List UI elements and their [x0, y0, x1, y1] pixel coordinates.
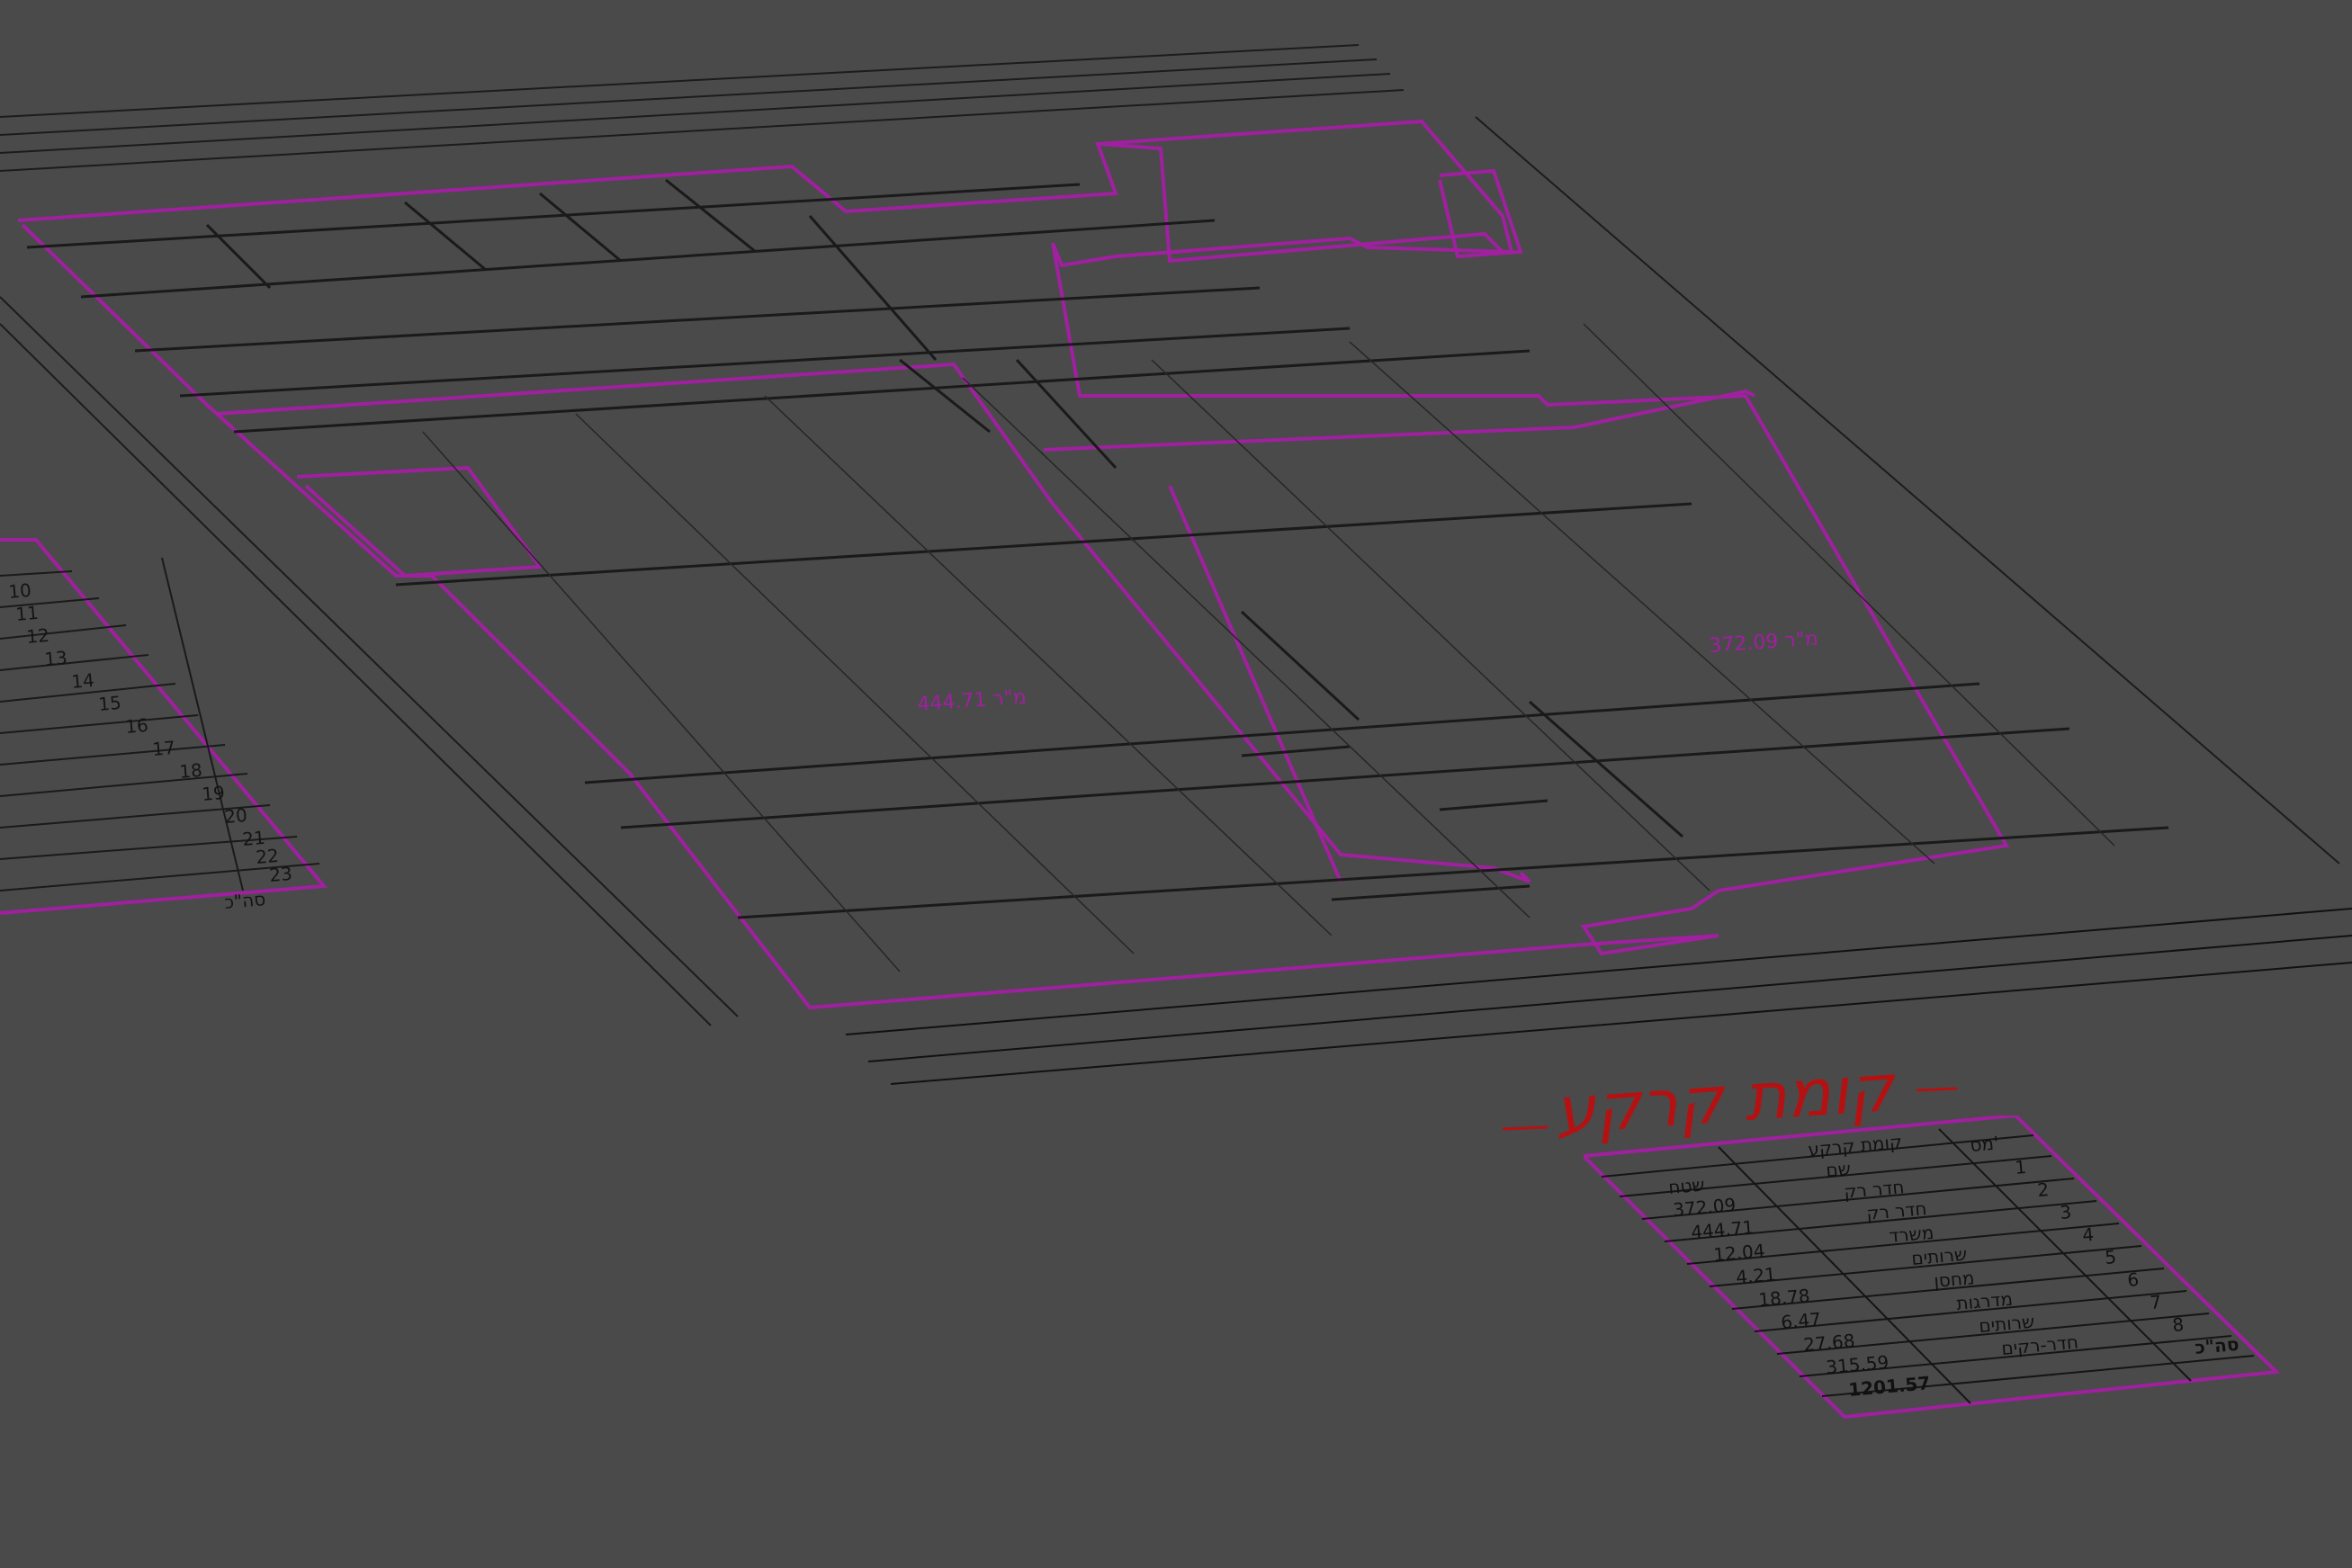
- row-name: מחסן: [1933, 1267, 1975, 1292]
- row-number: 7: [2149, 1291, 2162, 1313]
- row-name: שרותים: [1910, 1243, 1968, 1269]
- row-number: 3: [2059, 1201, 2072, 1223]
- row-area: 4.21: [1735, 1263, 1776, 1288]
- row-area: 315.59: [1825, 1351, 1890, 1378]
- total-label: סה"כ: [2194, 1333, 2240, 1358]
- left-row-number: 23: [268, 863, 292, 886]
- drawing-canvas: מ"ר 444.71 מ"ר 372.09 קומת קרקע קומת קרק: [0, 0, 2352, 1568]
- column-header-name: שם: [1825, 1158, 1851, 1181]
- left-row-number: 18: [178, 759, 202, 783]
- left-row-number: 10: [7, 579, 31, 603]
- row-number: 5: [2104, 1246, 2117, 1268]
- row-number: 8: [2171, 1313, 2185, 1336]
- row-name: חדר רק: [1865, 1197, 1927, 1224]
- left-row-number: 11: [14, 602, 39, 625]
- room-area-label: מ"ר 372.09: [1709, 628, 1819, 658]
- area-table: קומת קרקע מס' שם שטח 1 חדר רק 372.09 2 ח…: [1584, 1116, 2281, 1420]
- right-dimension-line: [1475, 116, 2340, 865]
- left-row-number: 14: [70, 669, 94, 693]
- column-header-area: שטח: [1667, 1174, 1705, 1198]
- column-header-number: מס': [1969, 1132, 1999, 1156]
- row-number: 6: [2126, 1268, 2140, 1291]
- left-row-number: 16: [124, 714, 148, 738]
- left-row-number: 12: [25, 624, 49, 648]
- row-area: 18.78: [1757, 1285, 1810, 1311]
- row-name: חדר רק: [1843, 1176, 1905, 1203]
- left-table-total: סה"כ: [223, 888, 266, 913]
- left-row-number: 17: [151, 737, 175, 760]
- total-value: 1201.57: [1847, 1372, 1931, 1401]
- row-area: 372.09: [1672, 1194, 1737, 1221]
- row-number: 2: [2036, 1178, 2050, 1201]
- row-area: 6.47: [1780, 1308, 1821, 1333]
- left-row-number: 19: [201, 782, 225, 805]
- row-area: 12.04: [1712, 1240, 1765, 1266]
- row-area: 27.68: [1802, 1330, 1855, 1356]
- inner-room-boundaries: [215, 142, 1755, 883]
- left-row-number: 20: [223, 804, 247, 828]
- table-rows: 1 חדר רק 372.09 2 חדר רק 444.71 3 משרד 1…: [1672, 1156, 2240, 1401]
- room-area-label: מ"ר 444.71: [917, 686, 1028, 716]
- row-name: משרד: [1888, 1222, 1935, 1247]
- row-area: 444.71: [1690, 1216, 1755, 1243]
- row-number: 1: [2014, 1156, 2027, 1178]
- row-name: שרותים: [1978, 1311, 2035, 1337]
- bottom-dimension-lines: [845, 908, 2352, 1085]
- row-name: חדר-רקים: [2000, 1331, 2078, 1359]
- left-row-number: 15: [97, 692, 121, 715]
- structural-grid: [422, 323, 2115, 972]
- left-row-number: 13: [43, 647, 67, 670]
- row-number: 4: [2081, 1223, 2095, 1246]
- row-name: מדרגות: [1955, 1288, 2013, 1314]
- left-table-labels: 10 11 12 13 14 15 16 17 18 19 20 21 22 2…: [7, 579, 292, 913]
